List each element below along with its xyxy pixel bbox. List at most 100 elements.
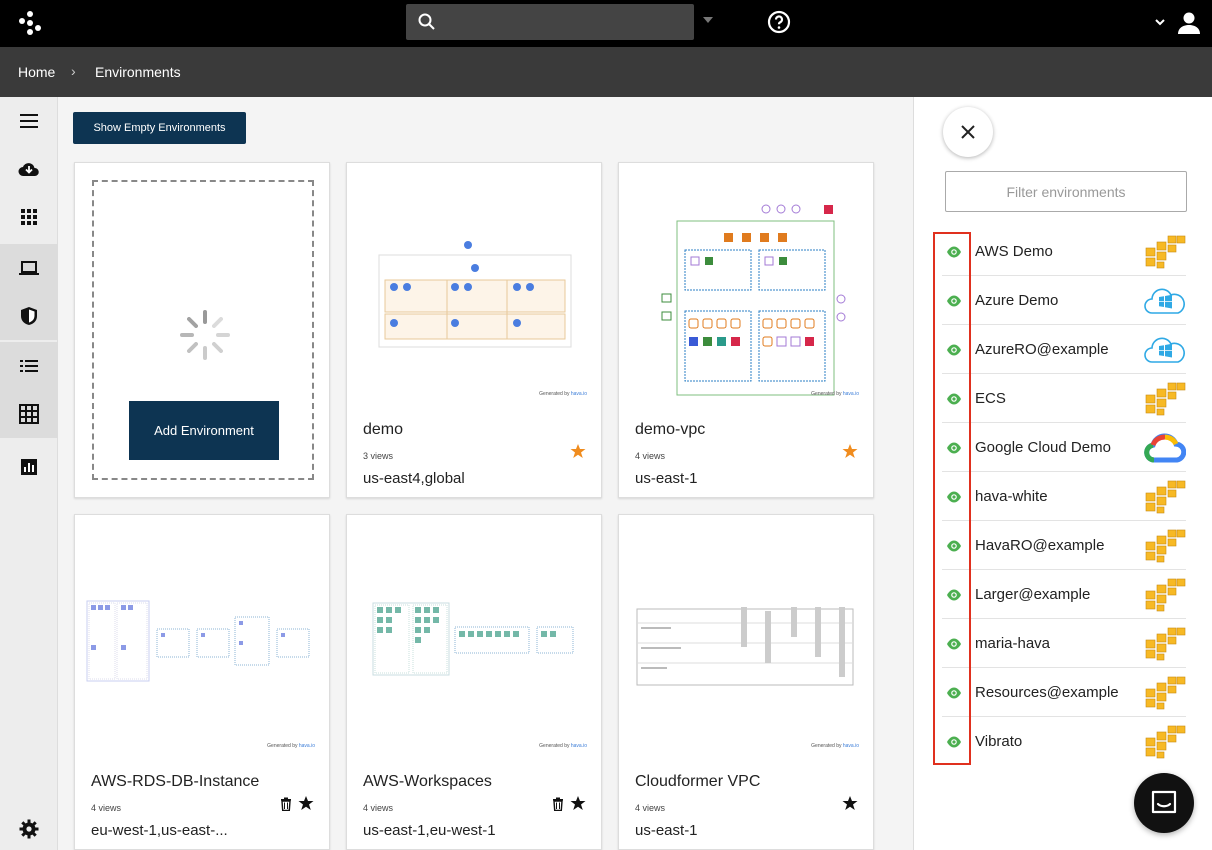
environment-name[interactable]: maria-hava xyxy=(975,635,1050,652)
eye-icon[interactable] xyxy=(946,293,962,309)
generated-by-label: Generated by hava.io xyxy=(267,743,315,749)
environment-card[interactable]: Generated by hava.io AWS-Workspaces 4 vi… xyxy=(346,514,602,850)
azure-icon xyxy=(1144,337,1185,363)
star-icon[interactable] xyxy=(842,443,858,459)
environment-name[interactable]: Azure Demo xyxy=(975,292,1058,309)
environment-name[interactable]: ECS xyxy=(975,390,1006,407)
search-input[interactable] xyxy=(444,4,690,40)
environment-list-item[interactable]: Azure Demo xyxy=(942,276,1186,325)
sidebar-item-environments[interactable] xyxy=(0,244,58,292)
card-views: 4 views xyxy=(635,451,666,461)
table-grid-icon xyxy=(19,404,39,424)
eye-icon[interactable] xyxy=(946,489,962,505)
sidebar-item-apps[interactable] xyxy=(0,193,58,241)
close-panel-button[interactable] xyxy=(943,107,993,157)
eye-icon[interactable] xyxy=(946,440,962,456)
eye-icon[interactable] xyxy=(946,734,962,750)
environment-card[interactable]: Generated by hava.io Cloudformer VPC 4 v… xyxy=(618,514,874,850)
help-icon[interactable] xyxy=(767,10,791,34)
diagram-thumbnail xyxy=(378,241,572,348)
card-views: 4 views xyxy=(91,803,122,813)
cloud-download-icon xyxy=(18,163,39,176)
environment-list-item[interactable]: Larger@example xyxy=(942,570,1186,619)
environment-list-item[interactable]: Vibrato xyxy=(942,717,1186,766)
search-icon xyxy=(418,13,435,30)
environment-list-item[interactable]: Google Cloud Demo xyxy=(942,423,1186,472)
sidebar-item-import[interactable] xyxy=(0,145,58,193)
star-icon[interactable] xyxy=(570,443,586,459)
add-environment-card: Add Environment xyxy=(74,162,330,498)
environment-card[interactable]: Generated by hava.io AWS-RDS-DB-Instance… xyxy=(74,514,330,850)
environment-card[interactable]: Generated by hava.io demo-vpc 4 views us… xyxy=(618,162,874,498)
environment-card[interactable]: Generated by hava.io demo 3 views us-eas… xyxy=(346,162,602,498)
aws-icon xyxy=(1145,578,1186,612)
environment-list: AWS Demo Azure Demo AzureRO@example ECS Goog… xyxy=(942,227,1186,766)
star-icon[interactable] xyxy=(842,795,858,811)
environment-name[interactable]: AzureRO@example xyxy=(975,341,1109,358)
aws-icon xyxy=(1145,480,1186,514)
sidebar-item-reports[interactable] xyxy=(0,443,58,491)
sidebar-item-settings[interactable] xyxy=(0,805,58,850)
card-title[interactable]: Cloudformer VPC xyxy=(635,773,760,791)
sidebar-item-menu[interactable] xyxy=(0,97,58,145)
environment-name[interactable]: hava-white xyxy=(975,488,1048,505)
chat-icon xyxy=(1151,790,1177,814)
environment-list-item[interactable]: ECS xyxy=(942,374,1186,423)
show-empty-environments-button[interactable]: Show Empty Environments xyxy=(73,112,246,144)
apps-grid-icon xyxy=(21,209,37,225)
trash-icon[interactable] xyxy=(279,797,293,811)
sidebar-item-table[interactable] xyxy=(0,390,58,438)
chevron-down-icon[interactable] xyxy=(1154,16,1166,28)
environment-name[interactable]: HavaRO@example xyxy=(975,537,1104,554)
logo-icon[interactable] xyxy=(16,9,44,37)
trash-icon[interactable] xyxy=(551,797,565,811)
sidebar xyxy=(0,97,58,850)
card-title[interactable]: demo xyxy=(363,421,403,439)
environment-list-item[interactable]: hava-white xyxy=(942,472,1186,521)
card-title[interactable]: AWS-RDS-DB-Instance xyxy=(91,773,259,791)
environment-name[interactable]: AWS Demo xyxy=(975,243,1053,260)
breadcrumb-home[interactable]: Home xyxy=(18,64,55,80)
diagram-thumbnail xyxy=(636,607,854,686)
environment-list-item[interactable]: Resources@example xyxy=(942,668,1186,717)
card-views: 4 views xyxy=(635,803,666,813)
sidebar-item-list[interactable] xyxy=(0,342,58,390)
chat-button[interactable] xyxy=(1134,773,1194,833)
user-icon[interactable] xyxy=(1176,10,1202,36)
chevron-down-icon[interactable] xyxy=(703,17,713,23)
environment-list-item[interactable]: HavaRO@example xyxy=(942,521,1186,570)
filter-environments-input[interactable] xyxy=(945,171,1187,212)
gear-icon xyxy=(19,819,39,839)
bar-chart-icon xyxy=(21,459,37,475)
eye-icon[interactable] xyxy=(946,538,962,554)
eye-icon[interactable] xyxy=(946,391,962,407)
eye-icon[interactable] xyxy=(946,244,962,260)
environment-list-item[interactable]: maria-hava xyxy=(942,619,1186,668)
environment-name[interactable]: Vibrato xyxy=(975,733,1022,750)
star-icon[interactable] xyxy=(298,795,314,811)
card-title[interactable]: demo-vpc xyxy=(635,421,705,439)
close-icon xyxy=(961,125,975,139)
eye-icon[interactable] xyxy=(946,636,962,652)
card-region: us-east-1 xyxy=(635,822,698,839)
environment-name[interactable]: Larger@example xyxy=(975,586,1090,603)
card-views: 4 views xyxy=(363,803,394,813)
search-box[interactable] xyxy=(406,4,694,40)
card-title[interactable]: AWS-Workspaces xyxy=(363,773,492,791)
eye-icon[interactable] xyxy=(946,342,962,358)
sidebar-item-security[interactable] xyxy=(0,292,58,340)
environment-list-item[interactable]: AWS Demo xyxy=(942,227,1186,276)
generated-by-label: Generated by hava.io xyxy=(539,391,587,397)
eye-icon[interactable] xyxy=(946,587,962,603)
aws-icon xyxy=(1145,235,1186,269)
environment-name[interactable]: Google Cloud Demo xyxy=(975,439,1111,456)
menu-icon xyxy=(20,114,38,128)
environment-list-item[interactable]: AzureRO@example xyxy=(942,325,1186,374)
add-environment-button[interactable]: Add Environment xyxy=(129,401,279,460)
environment-name[interactable]: Resources@example xyxy=(975,684,1119,701)
list-icon xyxy=(20,360,38,372)
star-icon[interactable] xyxy=(570,795,586,811)
eye-icon[interactable] xyxy=(946,685,962,701)
aws-icon xyxy=(1145,676,1186,710)
card-views: 3 views xyxy=(363,451,394,461)
